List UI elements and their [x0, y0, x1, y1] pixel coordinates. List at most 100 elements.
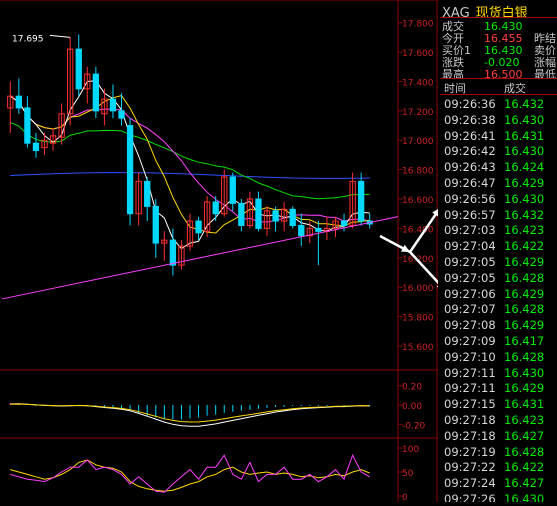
candle-body — [109, 98, 117, 112]
trade-row[interactable]: 09:26:36 16.432 — [444, 97, 544, 112]
trade-price: 16.428 — [504, 444, 545, 459]
trade-time: 09:27:11 — [444, 381, 496, 396]
trade-time: 09:27:18 — [444, 428, 496, 443]
osc-line-1 — [10, 459, 370, 492]
trade-time: 09:26:43 — [444, 160, 496, 175]
trade-time: 09:27:04 — [444, 239, 496, 254]
trade-price: 16.429 — [504, 255, 545, 269]
candle-body — [212, 201, 219, 215]
trade-time: 09:27:24 — [444, 476, 496, 491]
high-marker-line — [49, 34, 71, 38]
trade-time: 09:27:10 — [444, 349, 496, 364]
trade-time: 09:26:42 — [444, 144, 496, 159]
osc-tick-label: 50 — [402, 469, 414, 479]
trade-price: 16.429 — [504, 286, 545, 301]
quote-row: 买价1 16.430 卖价 — [442, 42, 557, 57]
price-tick-label: 17.600 — [402, 49, 434, 59]
trade-row[interactable]: 09:26:56 16.430 — [444, 192, 544, 207]
candle-body — [358, 180, 365, 222]
trade-row[interactable]: 09:26:42 16.430 — [444, 144, 544, 159]
trade-row[interactable]: 09:27:05 16.429 — [444, 255, 544, 270]
trade-price: 16.423 — [504, 413, 545, 427]
trade-time: 09:26:57 — [444, 207, 496, 222]
trade-time: 09:27:08 — [444, 318, 496, 333]
trade-row[interactable]: 09:27:19 16.428 — [444, 445, 544, 460]
trade-row[interactable]: 09:27:06 16.429 — [444, 287, 544, 302]
candle-body — [238, 202, 245, 226]
trade-row[interactable]: 09:26:57 16.432 — [444, 208, 544, 223]
price-tick-label: 17.800 — [402, 20, 434, 30]
trade-price: 16.432 — [504, 97, 545, 111]
price-tick-label: 16.600 — [402, 196, 434, 206]
trade-row[interactable]: 09:27:10 16.428 — [444, 350, 544, 365]
candle-body — [272, 210, 279, 222]
price-tick-label: 17.200 — [402, 108, 434, 118]
trade-row[interactable]: 09:27:11 16.429 — [444, 381, 544, 396]
candle-body — [126, 125, 134, 215]
trade-price: 16.422 — [504, 239, 545, 254]
trade-price: 16.429 — [504, 176, 545, 190]
price-tick-label: 16.400 — [402, 225, 434, 235]
trade-row[interactable]: 09:27:18 16.423 — [444, 413, 544, 428]
trade-time: 09:27:09 — [444, 334, 496, 348]
trade-time: 09:27:15 — [444, 397, 496, 412]
quote-panel: XAG 现货白银 成交 16.430 今开 16.455 昨结 买价1 16.430 卖价 涨跌 -… — [440, 0, 557, 502]
price-tick-label: 15.600 — [402, 343, 434, 353]
trade-price: 16.430 — [504, 492, 545, 502]
trade-row[interactable]: 09:27:22 16.422 — [444, 460, 544, 475]
trade-price: 16.428 — [504, 349, 545, 364]
candle-body — [315, 227, 322, 232]
trade-row[interactable]: 09:26:43 16.424 — [444, 160, 544, 175]
trade-row[interactable]: 09:27:15 16.431 — [444, 397, 544, 412]
trade-row[interactable]: 09:26:38 16.430 — [444, 113, 544, 128]
trade-row[interactable]: 09:27:07 16.428 — [444, 302, 544, 317]
trade-price: 16.428 — [504, 302, 545, 317]
candle-body — [298, 224, 305, 237]
candle-body — [15, 95, 22, 109]
trade-time: 09:27:18 — [444, 413, 496, 427]
osc-line-2 — [10, 453, 370, 493]
price-tick-label: 17.000 — [402, 137, 434, 147]
quote-row: 最高 16.500 最低 — [442, 66, 557, 81]
trade-row[interactable]: 09:26:47 16.429 — [444, 176, 544, 191]
trade-time: 09:26:38 — [444, 112, 496, 127]
trade-time: 09:27:05 — [444, 270, 496, 285]
trade-row[interactable]: 09:27:26 16.430 — [444, 492, 544, 502]
trade-row[interactable]: 09:27:04 16.422 — [444, 239, 544, 254]
divider — [440, 94, 557, 95]
trade-price: 16.432 — [504, 207, 545, 222]
macd-tick-label: -0.20 — [402, 421, 426, 431]
trade-row[interactable]: 09:27:11 16.430 — [444, 366, 544, 381]
trade-time: 09:27:26 — [444, 492, 496, 502]
quote-row: 涨跌 -0.020 涨幅 — [442, 54, 557, 69]
candle-body — [289, 208, 296, 226]
macd-tick-label: 0.20 — [402, 383, 422, 393]
trade-row[interactable]: 09:27:08 16.429 — [444, 318, 544, 333]
trade-time: 09:27:11 — [444, 365, 496, 380]
trade-row[interactable]: 09:27:24 16.427 — [444, 476, 544, 491]
osc-tick-label: 100 — [402, 445, 419, 455]
trade-time: 09:26:56 — [444, 191, 496, 206]
trade-time: 09:27:05 — [444, 255, 496, 269]
candle-body — [75, 48, 82, 90]
trade-time: 09:27:22 — [444, 460, 496, 475]
trade-row[interactable]: 09:27:05 16.428 — [444, 271, 544, 286]
quote-label-2: 最低 — [534, 68, 556, 81]
quote-row: 今开 16.455 昨结 — [442, 30, 557, 45]
trade-row[interactable]: 09:27:09 16.417 — [444, 334, 544, 349]
trade-row[interactable]: 09:27:18 16.427 — [444, 429, 544, 444]
trade-price: 16.422 — [504, 460, 545, 475]
candle-body — [195, 220, 202, 234]
kline-chart[interactable]: 17.800 17.600 17.400 17.200 17.000 16.800 16.6… — [0, 0, 471, 503]
quote-row: 成交 16.430 — [442, 18, 557, 33]
trade-price: 16.430 — [504, 144, 545, 159]
candle-body — [144, 180, 151, 207]
trade-row[interactable]: 09:26:41 16.431 — [444, 129, 544, 144]
trade-price: 16.431 — [504, 397, 545, 412]
trade-price: 16.430 — [504, 112, 545, 127]
price-tick-label: 16.000 — [402, 284, 434, 294]
trade-row[interactable]: 09:27:03 16.423 — [444, 223, 544, 238]
trade-price: 16.430 — [504, 365, 545, 380]
osc-tick-label: 0 — [402, 493, 408, 502]
trade-price: 16.427 — [504, 476, 545, 491]
